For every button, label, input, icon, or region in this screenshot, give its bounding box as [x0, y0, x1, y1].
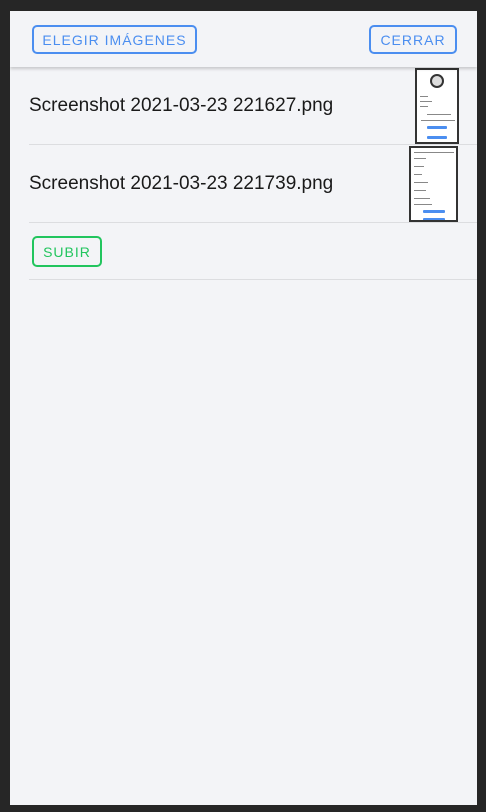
- image-upload-panel: ELEGIR IMÁGENES CERRAR Screenshot 2021-0…: [10, 11, 477, 805]
- file-row: Screenshot 2021-03-23 221739.png: [29, 145, 477, 223]
- upload-button[interactable]: SUBIR: [32, 236, 102, 267]
- file-list: Screenshot 2021-03-23 221627.png Screens…: [29, 67, 477, 280]
- choose-images-button[interactable]: ELEGIR IMÁGENES: [32, 25, 197, 54]
- file-row: Screenshot 2021-03-23 221627.png: [29, 67, 477, 145]
- file-thumbnail: [409, 146, 458, 222]
- file-name: Screenshot 2021-03-23 221739.png: [29, 172, 334, 194]
- file-thumbnail: [415, 68, 459, 144]
- upload-row: SUBIR: [29, 223, 477, 280]
- file-name: Screenshot 2021-03-23 221627.png: [29, 94, 334, 116]
- close-button[interactable]: CERRAR: [369, 25, 457, 54]
- toolbar: ELEGIR IMÁGENES CERRAR: [10, 11, 477, 67]
